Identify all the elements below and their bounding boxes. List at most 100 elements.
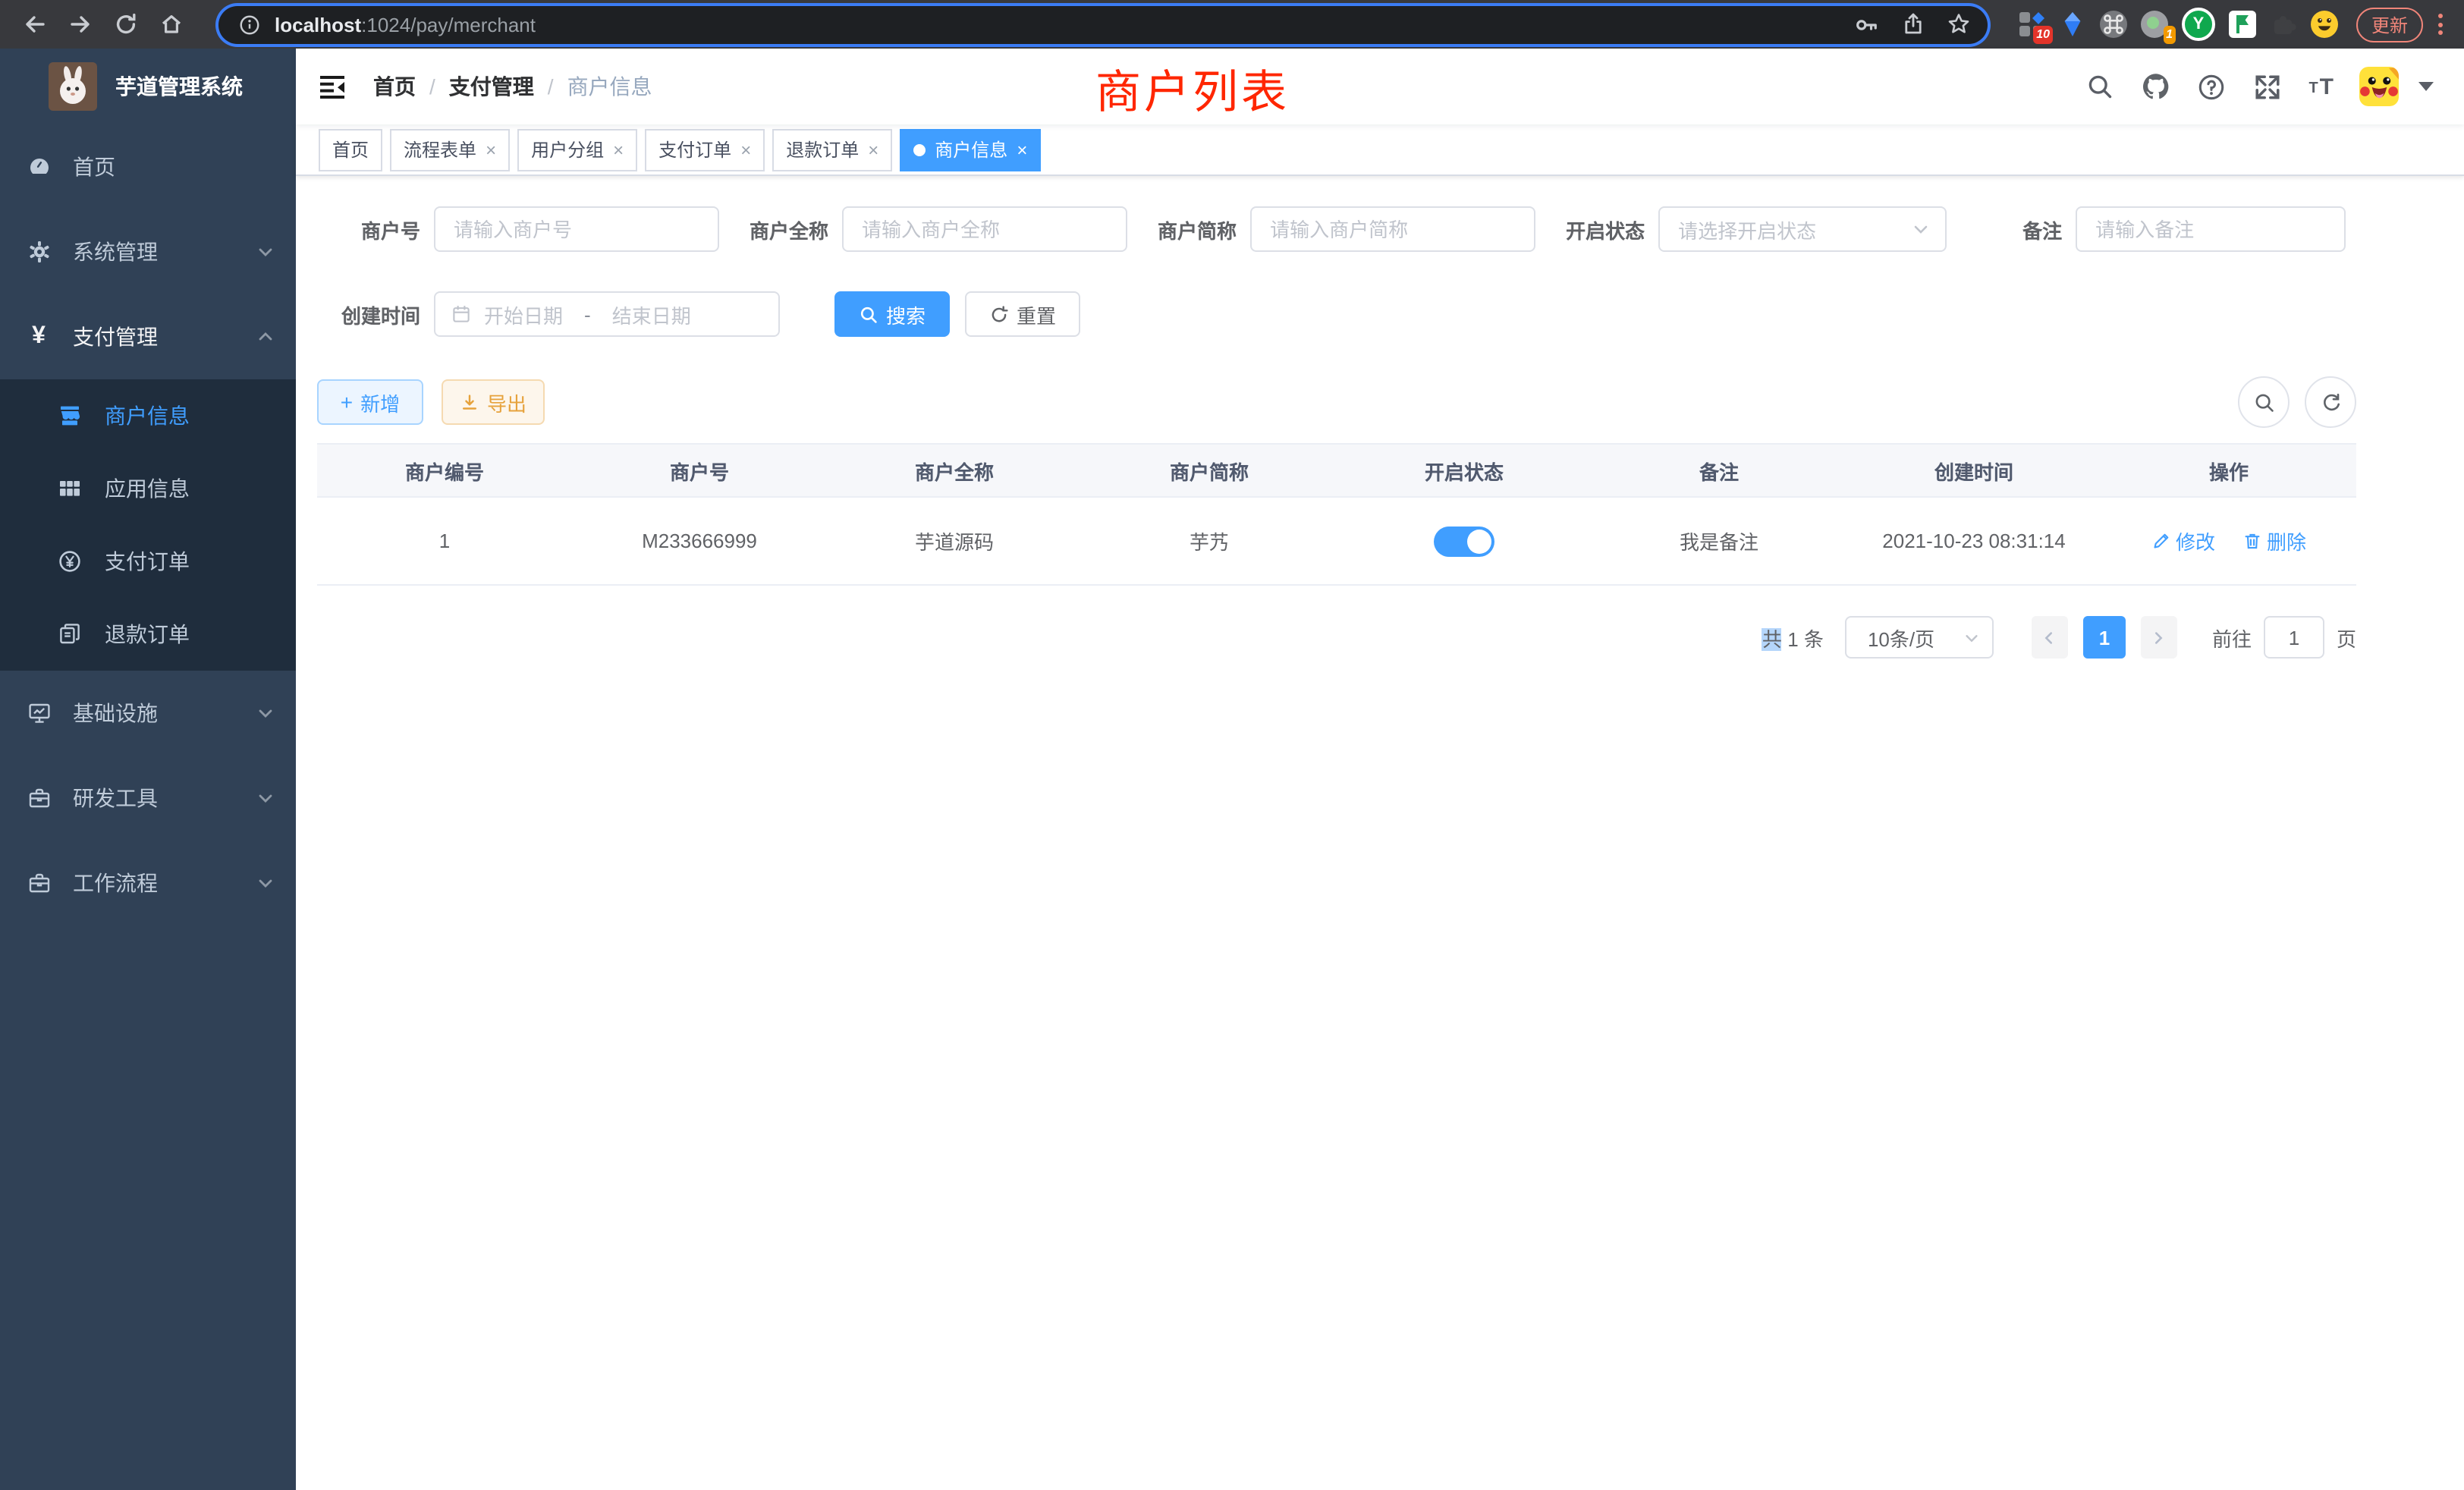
- merchant-table: 商户编号 商户号 商户全称 商户简称 开启状态 备注 创建时间 操作 1 M23…: [317, 443, 2356, 586]
- prev-page-button[interactable]: [2032, 616, 2068, 659]
- goto-page-input[interactable]: [2264, 616, 2324, 659]
- extension-grid-icon[interactable]: 10: [2018, 11, 2045, 38]
- full-name-input[interactable]: [842, 206, 1127, 252]
- tab-user-group[interactable]: 用户分组×: [517, 128, 637, 171]
- filter-remark: 备注: [2022, 206, 2346, 252]
- cell-status: [1337, 526, 1592, 556]
- sidebar-item-system[interactable]: 系统管理: [0, 209, 296, 294]
- chevron-down-icon: [1963, 629, 1980, 646]
- reset-button[interactable]: 重置: [965, 291, 1080, 337]
- sidebar-item-label: 研发工具: [73, 783, 158, 813]
- close-icon[interactable]: ×: [1017, 140, 1027, 159]
- remark-input[interactable]: [2076, 206, 2346, 252]
- browser-home-icon[interactable]: [152, 5, 191, 44]
- table-header-row: 商户编号 商户号 商户全称 商户简称 开启状态 备注 创建时间 操作: [317, 445, 2356, 498]
- close-icon[interactable]: ×: [486, 140, 496, 159]
- edit-link[interactable]: 修改: [2151, 527, 2215, 555]
- browser-menu-icon[interactable]: [2438, 14, 2443, 35]
- table-header: 商户简称: [1082, 456, 1337, 485]
- sidebar-item-home[interactable]: 首页: [0, 124, 296, 209]
- sidebar-item-app-info[interactable]: 应用信息: [0, 452, 296, 525]
- monitor-chart-icon: [26, 701, 52, 725]
- sidebar-item-label: 首页: [73, 152, 115, 182]
- site-info-icon[interactable]: [235, 5, 262, 44]
- breadcrumb-payment[interactable]: 支付管理: [449, 71, 534, 102]
- export-button[interactable]: 导出: [442, 379, 545, 425]
- short-name-input[interactable]: [1250, 206, 1535, 252]
- chevron-down-icon: [256, 874, 275, 892]
- toggle-search-button[interactable]: [2238, 376, 2290, 428]
- tab-merchant-info[interactable]: 商户信息×: [900, 128, 1041, 171]
- github-icon[interactable]: [2140, 71, 2170, 102]
- tab-process-form[interactable]: 流程表单×: [390, 128, 510, 171]
- sidebar-item-infrastructure[interactable]: 基础设施: [0, 671, 296, 756]
- grid-icon: [56, 476, 82, 501]
- share-icon[interactable]: [1901, 12, 1925, 36]
- status-switch[interactable]: [1434, 526, 1494, 556]
- sidebar-item-label: 基础设施: [73, 698, 158, 728]
- create-time-range-input[interactable]: 开始日期 - 结束日期: [434, 291, 780, 337]
- extension-command-icon[interactable]: [2100, 11, 2127, 38]
- add-button[interactable]: + 新增: [317, 379, 423, 425]
- address-bar[interactable]: localhost:1024/pay/merchant: [218, 5, 1988, 43]
- browser-toolbar: localhost:1024/pay/merchant 10: [0, 0, 2464, 49]
- filter-merchant-no: 商户号: [337, 206, 719, 252]
- delete-link[interactable]: 删除: [2242, 527, 2306, 555]
- status-select[interactable]: 请选择开启状态: [1658, 206, 1947, 252]
- close-icon[interactable]: ×: [740, 140, 751, 159]
- refresh-table-button[interactable]: [2305, 376, 2356, 428]
- sidebar-collapse-icon[interactable]: [319, 74, 346, 99]
- next-page-button[interactable]: [2141, 616, 2177, 659]
- sidebar-item-payment[interactable]: ¥ 支付管理: [0, 294, 296, 379]
- chevron-right-icon: [2151, 629, 2167, 646]
- close-icon[interactable]: ×: [868, 140, 878, 159]
- filter-label: 创建时间: [337, 300, 420, 328]
- toolbox-icon: [26, 786, 52, 810]
- tab-home[interactable]: 首页: [319, 128, 382, 171]
- password-key-icon[interactable]: [1854, 11, 1880, 37]
- font-size-icon[interactable]: TT: [2308, 74, 2334, 99]
- user-avatar[interactable]: [2359, 67, 2399, 106]
- sidebar-item-pay-order[interactable]: 支付订单: [0, 525, 296, 598]
- close-icon[interactable]: ×: [613, 140, 624, 159]
- search-button[interactable]: 搜索: [834, 291, 950, 337]
- app-logo: [49, 62, 97, 111]
- app-logo-row[interactable]: 芋道管理系统: [0, 49, 296, 124]
- profile-emoji-icon[interactable]: [2311, 11, 2338, 38]
- dashboard-icon: [26, 155, 52, 179]
- tab-pay-order[interactable]: 支付订单×: [645, 128, 765, 171]
- extension-pin-icon[interactable]: [2059, 11, 2086, 38]
- bookmark-star-icon[interactable]: [1947, 12, 1971, 36]
- merchant-no-input[interactable]: [434, 206, 719, 252]
- yen-icon: ¥: [26, 325, 52, 349]
- annotation-merchant-list: 商户列表: [1095, 55, 1290, 121]
- table-header: 创建时间: [1846, 456, 2101, 485]
- app-title: 芋道管理系统: [115, 71, 243, 102]
- pagination: 共 1 条 10条/页 1 前往: [317, 616, 2356, 659]
- sidebar-item-merchant-info[interactable]: 商户信息: [0, 379, 296, 452]
- breadcrumb-home[interactable]: 首页: [373, 71, 416, 102]
- extension-status-icon[interactable]: 1: [2141, 11, 2168, 38]
- extension-flag-icon[interactable]: [2229, 11, 2256, 38]
- browser-back-icon[interactable]: [15, 5, 55, 44]
- avatar-dropdown-caret-icon[interactable]: [2418, 82, 2434, 91]
- extensions-puzzle-icon[interactable]: [2270, 11, 2297, 38]
- browser-forward-icon[interactable]: [61, 5, 100, 44]
- browser-reload-icon[interactable]: [106, 5, 146, 44]
- table-header: 开启状态: [1337, 456, 1592, 485]
- active-tab-dot: [913, 143, 926, 156]
- help-icon[interactable]: [2196, 71, 2227, 102]
- header-search-icon[interactable]: [2084, 71, 2114, 102]
- fullscreen-icon[interactable]: [2252, 71, 2283, 102]
- document-copy-icon: [56, 622, 82, 646]
- extension-y-icon[interactable]: Y: [2182, 8, 2215, 41]
- tab-refund-order[interactable]: 退款订单×: [772, 128, 892, 171]
- page-size-select[interactable]: 10条/页: [1845, 616, 1994, 659]
- cell-merchant-no: M233666999: [572, 530, 827, 552]
- sidebar-item-refund-order[interactable]: 退款订单: [0, 598, 296, 671]
- extension-badge-orange: 1: [2163, 26, 2176, 44]
- sidebar-item-dev-tools[interactable]: 研发工具: [0, 756, 296, 841]
- browser-update-button[interactable]: 更新: [2356, 7, 2423, 42]
- sidebar-item-workflow[interactable]: 工作流程: [0, 841, 296, 926]
- page-number-current[interactable]: 1: [2083, 616, 2126, 659]
